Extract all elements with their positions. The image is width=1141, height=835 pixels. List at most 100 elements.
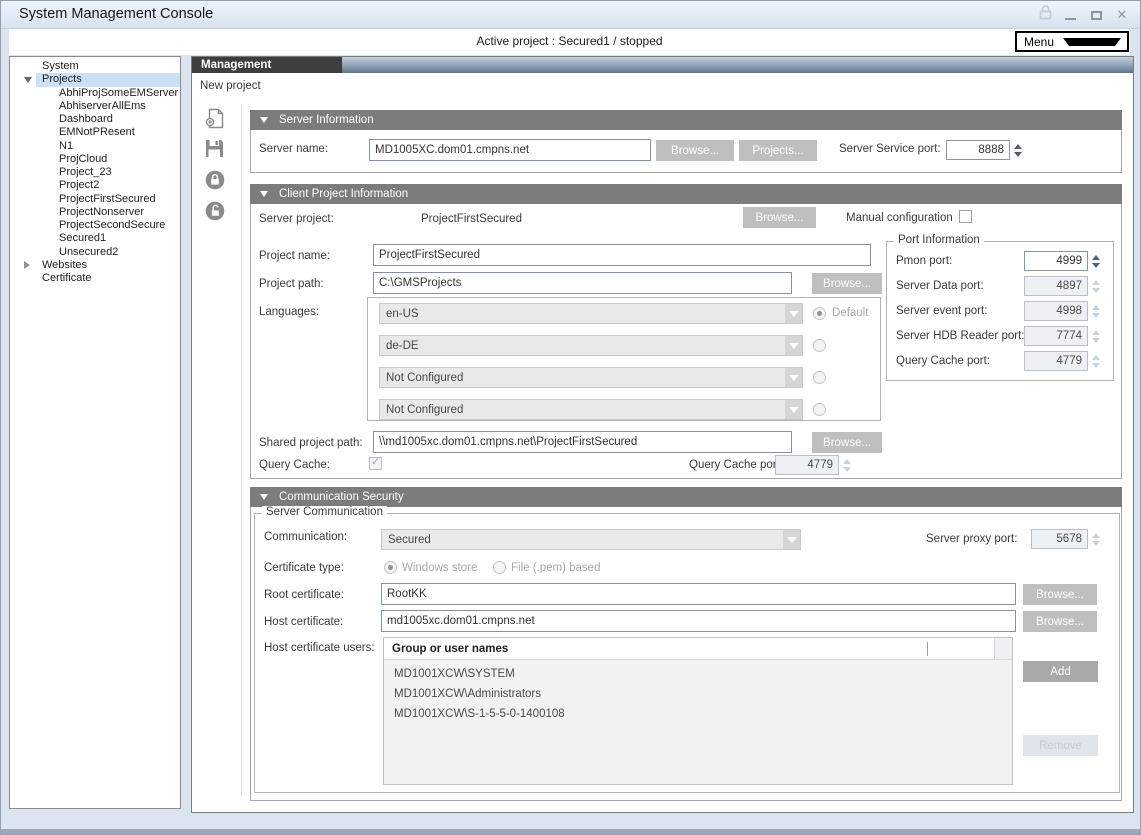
- shared-project-path-label: Shared project path:: [259, 437, 363, 449]
- server-proxy-port-spinner: [1090, 529, 1101, 549]
- new-project-icon[interactable]: [205, 108, 225, 128]
- host-certificate-browse-button[interactable]: Browse...: [1023, 611, 1097, 632]
- server-name-input[interactable]: [369, 139, 651, 161]
- maximize-button[interactable]: [1088, 8, 1104, 23]
- pmon-port-field[interactable]: 4999: [1024, 251, 1088, 271]
- project-path-browse-button[interactable]: Browse...: [812, 273, 882, 294]
- section-header-communication-security[interactable]: Communication Security: [250, 487, 1122, 507]
- server-project-browse-button[interactable]: Browse...: [743, 207, 816, 228]
- minimize-button[interactable]: [1062, 8, 1078, 23]
- project-name-input[interactable]: [373, 244, 871, 266]
- language-default-radio-4[interactable]: [813, 403, 826, 416]
- tree-item[interactable]: ProjectSecondSecure: [10, 219, 180, 232]
- chevron-down-icon[interactable]: [785, 368, 802, 387]
- project-path-label: Project path:: [259, 278, 324, 290]
- communication-label: Communication:: [264, 531, 347, 543]
- tree-item[interactable]: Unsecured2: [10, 246, 180, 259]
- windows-store-label: Windows store: [402, 562, 477, 574]
- host-certificate-users-table: Group or user names MD1001XCW\SYSTEM MD1…: [383, 637, 1013, 785]
- users-table-header[interactable]: Group or user names: [384, 638, 1012, 660]
- unlock-icon[interactable]: [205, 201, 225, 221]
- chevron-expanded-icon[interactable]: [24, 77, 32, 83]
- menu-dropdown[interactable]: Menu: [1015, 31, 1129, 52]
- query-cache-port-spinner: [841, 455, 852, 475]
- server-browse-button[interactable]: Browse...: [656, 140, 734, 161]
- tab-management[interactable]: Management: [192, 57, 342, 73]
- tree-item[interactable]: Dashboard: [10, 113, 180, 126]
- language-dropdown-1[interactable]: en-US: [379, 303, 803, 324]
- manual-configuration-checkbox[interactable]: [959, 210, 972, 223]
- user-row[interactable]: MD1001XCW\Administrators: [384, 684, 1012, 704]
- service-port-spinner[interactable]: [1012, 140, 1023, 160]
- shared-project-path-input[interactable]: [373, 431, 792, 453]
- language-default-radio-2[interactable]: [813, 339, 826, 352]
- chevron-down-icon: [1063, 38, 1121, 46]
- communication-dropdown[interactable]: Secured: [381, 529, 801, 550]
- server-hdb-reader-port-spinner: [1090, 326, 1101, 346]
- root-certificate-input[interactable]: [381, 583, 1016, 605]
- tree-item[interactable]: EMNotPResent: [10, 126, 180, 139]
- tree-item[interactable]: AbhiProjSomeEMServer: [10, 87, 180, 100]
- section-header-client-project-information[interactable]: Client Project Information: [250, 184, 1122, 204]
- chevron-down-icon[interactable]: [785, 400, 802, 419]
- chevron-down-icon[interactable]: [783, 530, 800, 549]
- remove-user-button[interactable]: Remove: [1023, 735, 1098, 756]
- server-event-port-label: Server event port:: [896, 305, 987, 317]
- server-proxy-port-field: 5678: [1031, 529, 1088, 549]
- server-proxy-port-label: Server proxy port:: [926, 533, 1017, 545]
- windows-store-radio[interactable]: [384, 561, 397, 574]
- section-collapse-icon: [260, 117, 268, 123]
- host-certificate-input[interactable]: [381, 610, 1016, 632]
- server-data-port-label: Server Data port:: [896, 280, 984, 292]
- tree-item[interactable]: ProjCloud: [10, 153, 180, 166]
- tree-item-websites[interactable]: Websites: [10, 259, 180, 272]
- tree-item-projects[interactable]: Projects: [10, 73, 180, 86]
- tree-item[interactable]: AbhiserverAllEms: [10, 100, 180, 113]
- query-cache-port2-label: Query Cache port:: [896, 355, 990, 367]
- chevron-down-icon[interactable]: [785, 336, 802, 355]
- service-port-label: Server Service port:: [839, 143, 941, 155]
- title-bar: System Management Console ✕: [1, 1, 1141, 29]
- query-cache-port2-spinner: [1090, 351, 1101, 371]
- tree-item[interactable]: Project2: [10, 179, 180, 192]
- pmon-port-spinner[interactable]: [1090, 251, 1101, 271]
- language-dropdown-3[interactable]: Not Configured: [379, 367, 803, 388]
- tree-item[interactable]: N1: [10, 140, 180, 153]
- chevron-collapsed-icon[interactable]: [24, 261, 30, 269]
- add-user-button[interactable]: Add: [1023, 661, 1098, 682]
- server-data-port-field: 4897: [1024, 276, 1088, 296]
- projects-button[interactable]: Projects...: [739, 140, 817, 161]
- project-name-label: Project name:: [259, 250, 330, 262]
- project-path-input[interactable]: [373, 272, 792, 294]
- port-information-title: Port Information: [894, 234, 984, 246]
- close-button[interactable]: ✕: [1114, 7, 1130, 23]
- chevron-down-icon[interactable]: [785, 304, 802, 323]
- check-icon: ✓: [371, 455, 380, 468]
- tree-item-certificate[interactable]: Certificate: [10, 272, 180, 285]
- toolbar-separator: [241, 104, 242, 796]
- tree-item[interactable]: Project_23: [10, 166, 180, 179]
- language-dropdown-4[interactable]: Not Configured: [379, 399, 803, 420]
- query-cache-checkbox[interactable]: ✓: [369, 457, 382, 470]
- tree-item[interactable]: Secured1: [10, 232, 180, 245]
- lock-icon[interactable]: [205, 170, 225, 190]
- language-default-radio-3[interactable]: [813, 371, 826, 384]
- active-project-status: Active project : Secured1 / stopped: [9, 29, 1130, 54]
- root-certificate-browse-button[interactable]: Browse...: [1023, 584, 1097, 605]
- language-default-radio-1[interactable]: [813, 307, 826, 320]
- tree-item-system[interactable]: System: [10, 60, 180, 73]
- section-header-server-information[interactable]: Server Information: [250, 110, 1122, 130]
- server-hdb-reader-port-field: 7774: [1024, 326, 1088, 346]
- user-row[interactable]: MD1001XCW\S-1-5-5-0-1400108: [384, 704, 1012, 724]
- tree-item[interactable]: ProjectNonserver: [10, 206, 180, 219]
- user-row[interactable]: MD1001XCW\SYSTEM: [384, 664, 1012, 684]
- shared-path-browse-button[interactable]: Browse...: [812, 432, 882, 453]
- save-icon[interactable]: [205, 139, 225, 159]
- root-certificate-label: Root certificate:: [264, 589, 344, 601]
- pem-file-radio[interactable]: [493, 561, 506, 574]
- titlebar-lock-icon: [1039, 5, 1052, 25]
- default-radio-label: Default: [832, 307, 868, 319]
- service-port-field[interactable]: 8888: [946, 140, 1010, 160]
- tree-item[interactable]: ProjectFirstSecured: [10, 193, 180, 206]
- language-dropdown-2[interactable]: de-DE: [379, 335, 803, 356]
